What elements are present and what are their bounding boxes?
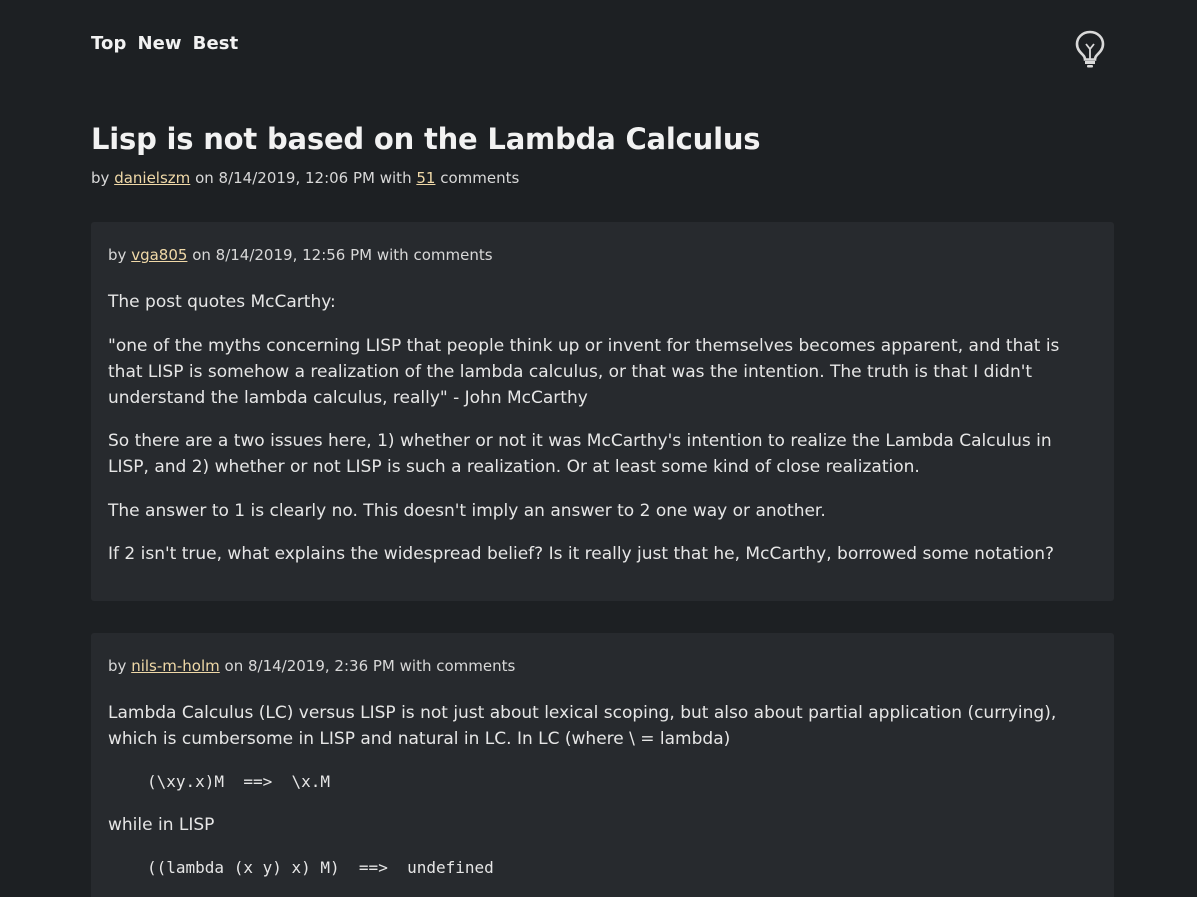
comment-card: by vga805 on 8/14/2019, 12:56 PM with co… [91, 222, 1114, 601]
comment-paragraph: If 2 isn't true, what explains the wides… [108, 544, 1055, 564]
code-block: (\xy.x)M ==> \x.M [147, 772, 331, 791]
story-author-link[interactable]: danielszm [114, 169, 190, 187]
story-comments-label: comments [440, 169, 520, 187]
story-with-label: with [379, 169, 412, 187]
comment-meta: by vga805 on 8/14/2019, 12:56 PM with co… [108, 246, 493, 264]
comment-paragraph: "one of the myths concerning LISP that p… [108, 336, 1060, 408]
page: Top New Best Lisp is not based on the La… [0, 0, 1197, 897]
story-title: Lisp is not based on the Lambda Calculus [91, 122, 761, 156]
comment-card: by nils-m-holm on 8/14/2019, 2:36 PM wit… [91, 633, 1114, 897]
lightbulb-icon[interactable] [1073, 28, 1107, 68]
comment-paragraph: The answer to 1 is clearly no. This does… [108, 501, 826, 521]
comment-meta: by nils-m-holm on 8/14/2019, 2:36 PM wit… [108, 657, 515, 675]
comment-paragraph: while in LISP [108, 815, 215, 835]
story-date: 8/14/2019, 12:06 PM [218, 169, 375, 187]
code-block: ((lambda (x y) x) M) ==> undefined [147, 858, 494, 877]
story-comment-count-link[interactable]: 51 [416, 169, 435, 187]
comment-paragraph: Lambda Calculus (LC) versus LISP is not … [108, 703, 1057, 749]
top-nav: Top New Best [91, 33, 238, 54]
comment-by-label: by [108, 246, 127, 264]
comment-meta-rest: on 8/14/2019, 12:56 PM with comments [192, 246, 493, 264]
nav-best-link[interactable]: Best [193, 33, 239, 54]
comment-meta-rest: on 8/14/2019, 2:36 PM with comments [224, 657, 516, 675]
comment-by-label: by [108, 657, 127, 675]
nav-new-link[interactable]: New [137, 33, 181, 54]
nav-top-link[interactable]: Top [91, 33, 126, 54]
comment-paragraph: So there are a two issues here, 1) wheth… [108, 431, 1052, 477]
comment-author-link[interactable]: vga805 [131, 246, 187, 264]
comment-paragraph: The post quotes McCarthy: [108, 292, 336, 312]
comment-author-link[interactable]: nils-m-holm [131, 657, 220, 675]
story-by-label: by [91, 169, 110, 187]
story-on-label: on [195, 169, 214, 187]
story-meta: by danielszm on 8/14/2019, 12:06 PM with… [91, 169, 519, 187]
